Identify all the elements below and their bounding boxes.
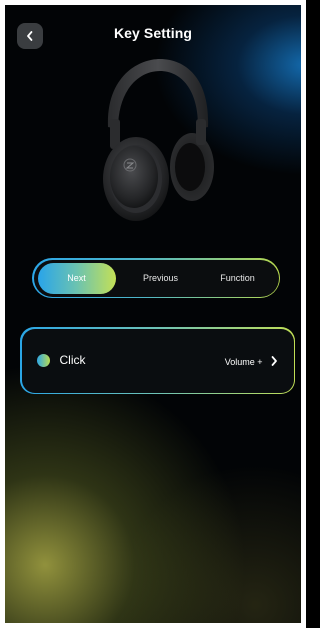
status-dot [36, 353, 50, 367]
key-action-value: Volume + [224, 356, 263, 367]
key-action-label: Click [59, 352, 86, 367]
page-title: Key Setting [113, 25, 193, 41]
key-segment-control: Next Previous Function [32, 258, 280, 298]
segment-previous[interactable]: Previous [130, 260, 192, 297]
headphones-image [103, 59, 214, 221]
key-action-row[interactable]: Click Volume + [20, 327, 295, 394]
segment-function[interactable]: Function [200, 260, 276, 297]
home-indicator[interactable] [109, 624, 207, 627]
chevron-right-icon [271, 355, 277, 366]
segment-next[interactable]: Next [37, 262, 116, 294]
app-screen: Key Setting Next Previous Function Click… [0, 0, 306, 628]
